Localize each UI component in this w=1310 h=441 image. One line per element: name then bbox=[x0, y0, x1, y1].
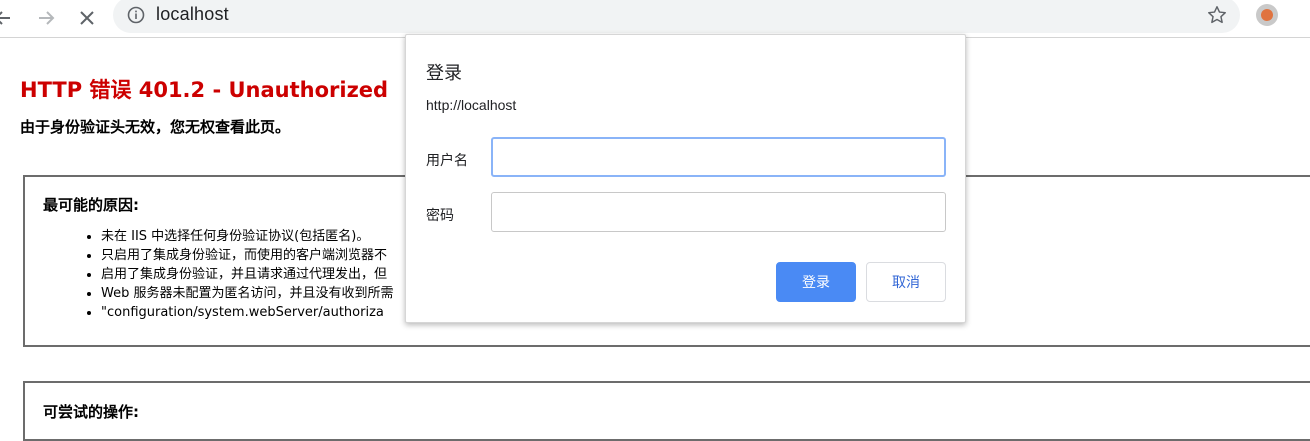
actions-panel: 可尝试的操作: bbox=[23, 381, 1310, 441]
back-button[interactable] bbox=[0, 3, 18, 33]
list-item: "configuration/system.webServer/authoriz… bbox=[101, 303, 393, 322]
stop-button[interactable] bbox=[72, 3, 102, 33]
extension-icon[interactable] bbox=[1256, 4, 1278, 26]
address-bar[interactable]: localhost bbox=[113, 0, 1240, 33]
login-dialog: 登录 http://localhost 用户名 密码 登录 取消 bbox=[405, 34, 966, 323]
star-icon[interactable] bbox=[1206, 4, 1228, 26]
forward-button[interactable] bbox=[31, 3, 61, 33]
login-button[interactable]: 登录 bbox=[776, 262, 856, 302]
dialog-title: 登录 bbox=[426, 63, 462, 84]
causes-heading: 最可能的原因: bbox=[43, 196, 139, 214]
list-item: 未在 IIS 中选择任何身份验证协议(包括匿名)。 bbox=[101, 227, 393, 246]
username-label: 用户名 bbox=[426, 153, 468, 169]
arrow-right-icon bbox=[39, 11, 55, 25]
list-item: Web 服务器未配置为匿名访问，并且没有收到所需 bbox=[101, 284, 393, 303]
list-item: 只启用了集成身份验证，而使用的客户端浏览器不 bbox=[101, 246, 393, 265]
browser-toolbar: localhost bbox=[0, 0, 1310, 38]
causes-list: 未在 IIS 中选择任何身份验证协议(包括匿名)。 只启用了集成身份验证，而使用… bbox=[83, 227, 393, 322]
url-text[interactable]: localhost bbox=[156, 4, 229, 25]
list-item: 启用了集成身份验证，并且请求通过代理发出，但 bbox=[101, 265, 393, 284]
info-icon[interactable] bbox=[127, 6, 145, 24]
password-label: 密码 bbox=[426, 208, 454, 224]
dialog-origin: http://localhost bbox=[426, 97, 517, 113]
arrow-left-icon bbox=[0, 11, 10, 25]
password-field[interactable] bbox=[491, 192, 946, 232]
error-title: HTTP 错误 401.2 - Unauthorized bbox=[20, 78, 389, 102]
error-subtitle: 由于身份验证头无效，您无权查看此页。 bbox=[20, 118, 291, 136]
cancel-button[interactable]: 取消 bbox=[866, 262, 946, 302]
close-icon bbox=[80, 11, 94, 25]
username-field[interactable] bbox=[491, 137, 946, 177]
